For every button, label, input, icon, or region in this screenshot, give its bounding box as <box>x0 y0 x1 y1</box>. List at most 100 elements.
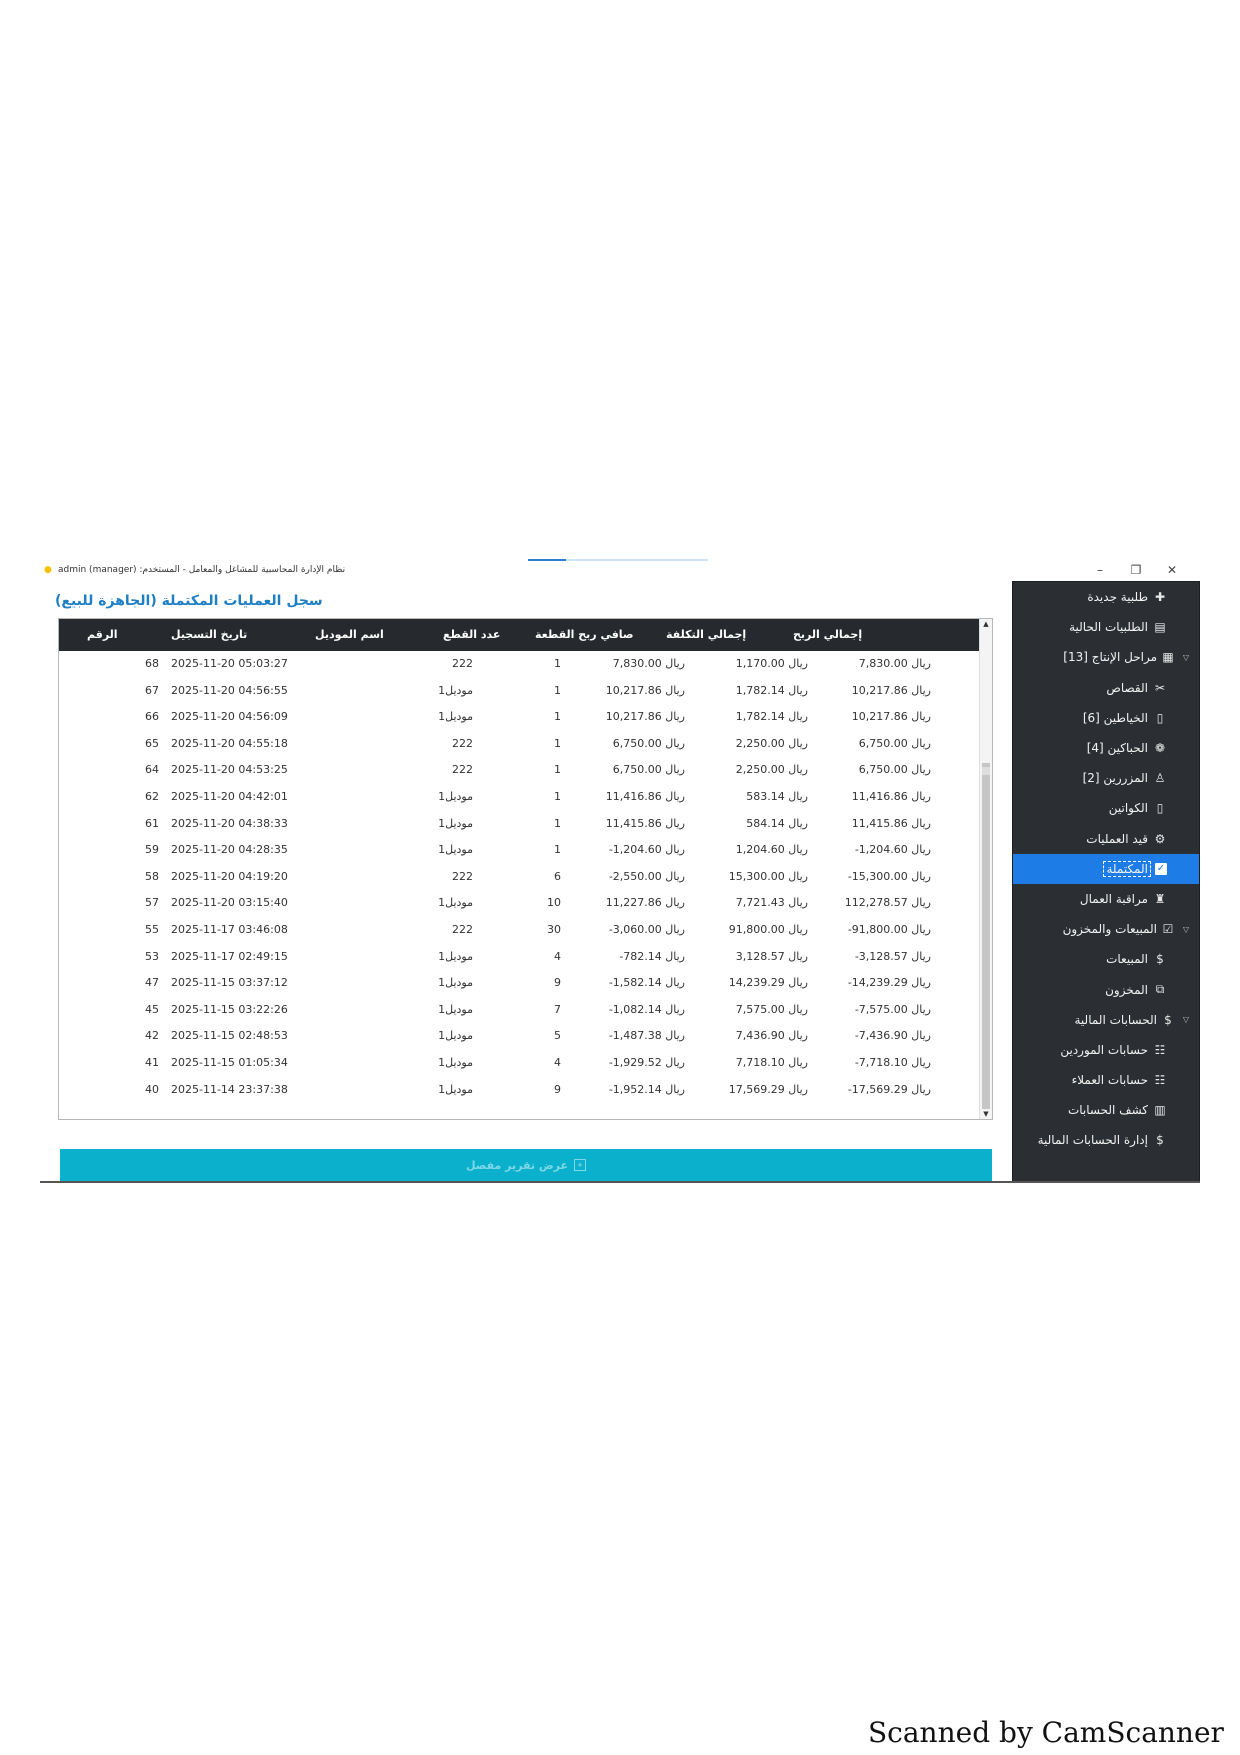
column-header-number[interactable]: الرقم <box>87 619 118 651</box>
sidebar-item-0[interactable]: ✚ طلبية جديدة <box>1013 582 1199 612</box>
column-header-date[interactable]: تاريخ التسجيل <box>171 619 247 651</box>
sidebar-item-label: القصاص <box>1106 680 1148 695</box>
cell-date: 2025-11-20 04:28:35 <box>171 843 288 857</box>
cell-total-cost: 2,250.00 ريال <box>735 736 808 750</box>
cell-total-profit: -3,128.57 ريال <box>854 949 931 963</box>
sidebar-item-7[interactable]: ▯ الكواتين <box>1013 793 1199 823</box>
cell-date: 2025-11-20 04:38:33 <box>171 816 288 830</box>
cell-pieces: 1 <box>554 763 561 777</box>
table-row[interactable]: 66 2025-11-20 04:56:09 موديل1 1 10,217.86 ري… <box>59 704 981 731</box>
cell-pieces: 1 <box>554 816 561 830</box>
scroll-up-arrow-icon[interactable]: ▲ <box>980 619 992 629</box>
cell-net-profit-per-piece: -1,082.14 ريال <box>608 1002 685 1016</box>
scrollbar-thumb[interactable] <box>982 763 990 1109</box>
table-row[interactable]: 65 2025-11-20 04:55:18 222 1 6,750.00 ريال 2,… <box>59 731 981 758</box>
table-row[interactable]: 58 2025-11-20 04:19:20 222 6 -2,550.00 ريال 1… <box>59 864 981 891</box>
sidebar-item-3[interactable]: ✂ القصاص <box>1013 673 1199 703</box>
cell-total-profit: 11,416.86 ريال <box>851 789 931 803</box>
sidebar-item-18[interactable]: $ إدارة الحسابات المالية <box>1013 1125 1199 1155</box>
expand-caret-icon[interactable]: ▽ <box>1181 925 1189 934</box>
sidebar-item-16[interactable]: ☷ حسابات العملاء <box>1013 1065 1199 1095</box>
sidebar-item-12[interactable]: $ المبيعات <box>1013 944 1199 974</box>
close-button[interactable]: ✕ <box>1154 561 1190 579</box>
sidebar-item-label: الكواتين <box>1108 801 1148 816</box>
sidebar-nav: ✚ طلبية جديدة ▤ الطلبيات الحالية ▽ ▦ مراحل الإ… <box>1012 581 1200 1183</box>
sidebar-item-label: مراقبة العمال <box>1079 891 1148 906</box>
sidebar-item-label: المزررين [2] <box>1082 771 1148 786</box>
cell-total-profit: -17,569.29 ريال <box>847 1082 931 1096</box>
sidebar-item-4[interactable]: ▯ الخياطين [6] <box>1013 703 1199 733</box>
table-body: 68 2025-11-20 05:03:27 222 1 7,830.00 ريال 1,… <box>59 651 981 1103</box>
table-row[interactable]: 47 2025-11-15 03:37:12 موديل1 9 -1,582.14 ري… <box>59 970 981 997</box>
cell-net-profit-per-piece: 10,217.86 ريال <box>605 683 685 697</box>
table-row[interactable]: 62 2025-11-20 04:42:01 موديل1 1 11,416.86 ري… <box>59 784 981 811</box>
cell-net-profit-per-piece: 10,217.86 ريال <box>605 710 685 724</box>
minimize-button[interactable]: – <box>1082 561 1118 579</box>
cell-pieces: 9 <box>554 1082 561 1096</box>
cell-net-profit-per-piece: -1,952.14 ريال <box>608 1082 685 1096</box>
cell-date: 2025-11-17 03:46:08 <box>171 922 288 936</box>
column-header-total-profit[interactable]: إجمالي الربح <box>793 619 862 651</box>
cell-pieces: 4 <box>554 949 561 963</box>
table-row[interactable]: 53 2025-11-17 02:49:15 موديل1 4 -782.14 ريال… <box>59 944 981 971</box>
table-row[interactable]: 59 2025-11-20 04:28:35 موديل1 1 -1,204.60 ري… <box>59 837 981 864</box>
expand-caret-icon[interactable]: ▽ <box>1181 653 1189 662</box>
sidebar-item-14[interactable]: ▽ $ الحسابات المالية <box>1013 1005 1199 1035</box>
detailed-report-button[interactable]: + عرض تقرير مفصل <box>60 1149 992 1181</box>
cell-number: 61 <box>145 816 159 830</box>
table-row[interactable]: 45 2025-11-15 03:22:26 موديل1 7 -1,082.14 ري… <box>59 997 981 1024</box>
cell-net-profit-per-piece: 6,750.00 ريال <box>612 736 685 750</box>
table-row[interactable]: 64 2025-11-20 04:53:25 222 1 6,750.00 ريال 2,… <box>59 757 981 784</box>
cell-date: 2025-11-17 02:49:15 <box>171 949 288 963</box>
scroll-down-arrow-icon[interactable]: ▼ <box>980 1109 992 1119</box>
maximize-button[interactable]: ❐ <box>1118 561 1154 579</box>
cell-total-profit: -15,300.00 ريال <box>847 869 931 883</box>
cell-model: 222 <box>452 922 473 936</box>
sidebar-item-15[interactable]: ☷ حسابات الموردين <box>1013 1035 1199 1065</box>
cell-number: 58 <box>145 869 159 883</box>
sidebar-item-9[interactable]: ✓ المكتملة <box>1013 853 1199 884</box>
sidebar-item-label: الخياطين [6] <box>1082 710 1148 725</box>
column-header-model[interactable]: اسم الموديل <box>315 619 384 651</box>
bar-chart-icon: ▥ <box>1154 1103 1166 1118</box>
table-row[interactable]: 55 2025-11-17 03:46:08 222 30 -3,060.00 ريال… <box>59 917 981 944</box>
table-row[interactable]: 57 2025-11-20 03:15:40 موديل1 10 11,227.86 ر… <box>59 890 981 917</box>
table-row[interactable]: 42 2025-11-15 02:48:53 موديل1 5 -1,487.38 ري… <box>59 1023 981 1050</box>
sidebar-item-2[interactable]: ▽ ▦ مراحل الإنتاج [13] <box>1013 642 1199 672</box>
cell-total-cost: 3,128.57 ريال <box>735 949 808 963</box>
window-bottom-border <box>40 1181 1200 1183</box>
table-row[interactable]: 40 2025-11-14 23:37:38 موديل1 9 -1,952.14 ري… <box>59 1077 981 1104</box>
table-row[interactable]: 61 2025-11-20 04:38:33 موديل1 1 11,415.86 ري… <box>59 811 981 838</box>
cell-model: موديل1 <box>438 1002 473 1016</box>
column-header-pieces[interactable]: عدد القطع <box>443 619 500 651</box>
column-header-net-profit-per-piece[interactable]: صافي ربح القطعة <box>535 619 634 651</box>
sidebar-item-17[interactable]: ▥ كشف الحسابات <box>1013 1095 1199 1125</box>
cell-number: 64 <box>145 763 159 777</box>
sidebar-item-11[interactable]: ▽ ☑ المبيعات والمخزون <box>1013 914 1199 944</box>
sidebar-item-1[interactable]: ▤ الطلبيات الحالية <box>1013 612 1199 642</box>
cell-total-profit: 112,278.57 ريال <box>844 896 931 910</box>
window-title: نظام الإدارة المحاسبية للمشاغل والمعامل … <box>58 565 346 575</box>
sidebar-item-10[interactable]: ♜ مراقبة العمال <box>1013 884 1199 914</box>
cell-total-cost: 91,800.00 ريال <box>728 922 808 936</box>
cell-net-profit-per-piece: 11,416.86 ريال <box>605 789 685 803</box>
cell-net-profit-per-piece: -1,582.14 ريال <box>608 976 685 990</box>
sidebar-item-8[interactable]: ⚙ قيد العمليات <box>1013 824 1199 854</box>
cell-pieces: 9 <box>554 976 561 990</box>
table-row[interactable]: 41 2025-11-15 01:05:34 موديل1 4 -1,929.52 ري… <box>59 1050 981 1077</box>
sidebar-item-label: حسابات العملاء <box>1071 1073 1148 1088</box>
cell-number: 67 <box>145 683 159 697</box>
column-header-total-cost[interactable]: إجمالي التكلفة <box>666 619 746 651</box>
sidebar-item-6[interactable]: ♙ المزررين [2] <box>1013 763 1199 793</box>
vertical-scrollbar[interactable]: ▲ ▼ <box>979 619 992 1119</box>
sidebar-item-5[interactable]: ❁ الحباكين [4] <box>1013 733 1199 763</box>
cell-total-cost: 2,250.00 ريال <box>735 763 808 777</box>
expand-caret-icon[interactable]: ▽ <box>1181 1015 1189 1024</box>
cell-total-profit: 6,750.00 ريال <box>858 736 931 750</box>
table-row[interactable]: 67 2025-11-20 04:56:55 موديل1 1 10,217.86 ري… <box>59 678 981 705</box>
sidebar-item-13[interactable]: ⧉ المخزون <box>1013 974 1199 1004</box>
cell-model: 222 <box>452 869 473 883</box>
table-row[interactable]: 68 2025-11-20 05:03:27 222 1 7,830.00 ريال 1,… <box>59 651 981 678</box>
cell-number: 53 <box>145 949 159 963</box>
sidebar-item-label: المخزون <box>1105 982 1148 997</box>
